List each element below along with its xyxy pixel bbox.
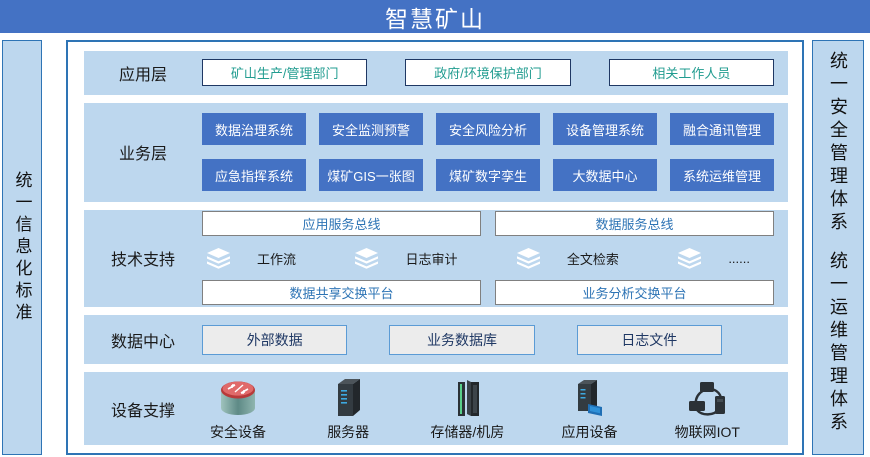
mw-more: ...... <box>677 248 750 269</box>
app-box-mine-production: 矿山生产/管理部门 <box>202 59 367 86</box>
mw-log-audit: 日志审计 <box>354 248 457 269</box>
layer-data-center-content: 外部数据 业务数据库 日志文件 <box>202 325 788 355</box>
layers-stack-icon <box>677 248 702 269</box>
main-panel: 应用层 矿山生产/管理部门 政府/环境保护部门 相关工作人员 业务层 数据治理系… <box>66 40 804 455</box>
biz-box-big-data-center: 大数据中心 <box>553 159 657 191</box>
data-box-business-db: 业务数据库 <box>389 325 534 355</box>
data-box-log-files: 日志文件 <box>577 325 722 355</box>
business-row-1: 数据治理系统 安全监测预警 安全风险分析 设备管理系统 融合通讯管理 <box>202 113 774 145</box>
right-rail-mgmt-systems: 统一安全管理体系 统一运维管理体系 <box>812 40 864 455</box>
page-title: 智慧矿山 <box>0 0 870 33</box>
layer-tech-content: 应用服务总线 数据服务总线 工作流 <box>202 211 788 305</box>
layer-equipment-label: 设备支撑 <box>84 397 202 421</box>
mw-fulltext-search-label: 全文检索 <box>567 249 619 268</box>
equip-storage-label: 存储器/机房 <box>430 422 504 442</box>
biz-box-gis-one-map: 煤矿GIS一张图 <box>319 159 423 191</box>
biz-box-comm-mgmt: 融合通讯管理 <box>670 113 774 145</box>
layer-application-label: 应用层 <box>84 61 202 85</box>
storage-icon <box>442 376 492 420</box>
layers-stack-icon <box>206 248 231 269</box>
app-box-related-staff: 相关工作人员 <box>609 59 774 86</box>
layers-stack-icon <box>354 248 379 269</box>
biz-box-safety-monitor: 安全监测预警 <box>319 113 423 145</box>
diagram-body: 统一信息化标准 应用层 矿山生产/管理部门 政府/环境保护部门 相关工作人员 业… <box>0 40 870 455</box>
firewall-icon <box>213 376 263 420</box>
equip-server-label: 服务器 <box>327 422 369 442</box>
right-rail-ops-label: 统一运维管理体系 <box>829 251 847 435</box>
platform-row: 数据共享交换平台 业务分析交换平台 <box>202 280 774 305</box>
biz-box-data-governance: 数据治理系统 <box>202 113 306 145</box>
equip-app-device: 应用设备 <box>561 376 617 442</box>
app-service-bus: 应用服务总线 <box>202 211 481 236</box>
layer-data-center-label: 数据中心 <box>84 328 202 352</box>
middleware-row: 工作流 日志审计 <box>202 245 774 271</box>
layer-tech-support: 技术支持 应用服务总线 数据服务总线 <box>84 210 788 306</box>
biz-box-ops-mgmt: 系统运维管理 <box>670 159 774 191</box>
equip-iot: 物联网IOT <box>675 376 740 442</box>
layer-data-center: 数据中心 外部数据 业务数据库 日志文件 <box>84 315 788 365</box>
data-share-exchange-platform: 数据共享交换平台 <box>202 280 481 305</box>
mw-more-label: ...... <box>728 251 750 266</box>
app-box-government-env: 政府/环境保护部门 <box>405 59 570 86</box>
page-title-text: 智慧矿山 <box>385 0 485 34</box>
layer-equipment: 设备支撑 <box>84 372 788 445</box>
left-rail-info-standard: 统一信息化标准 <box>2 40 42 455</box>
left-rail-label: 统一信息化标准 <box>14 171 31 325</box>
right-rail-security-label: 统一安全管理体系 <box>829 51 847 235</box>
biz-box-emergency-command: 应急指挥系统 <box>202 159 306 191</box>
equip-iot-label: 物联网IOT <box>675 422 740 442</box>
biz-analysis-exchange-platform: 业务分析交换平台 <box>495 280 774 305</box>
biz-box-digital-twin: 煤矿数字孪生 <box>436 159 540 191</box>
equip-app-device-label: 应用设备 <box>561 422 617 442</box>
equip-security-device-label: 安全设备 <box>210 422 266 442</box>
equip-storage: 存储器/机房 <box>430 376 504 442</box>
data-service-bus: 数据服务总线 <box>495 211 774 236</box>
data-box-external-data: 外部数据 <box>202 325 347 355</box>
layers-stack-icon <box>516 248 541 269</box>
mw-fulltext-search: 全文检索 <box>516 248 619 269</box>
iot-icon <box>682 376 732 420</box>
equip-security-device: 安全设备 <box>210 376 266 442</box>
mw-log-audit-label: 日志审计 <box>405 249 457 268</box>
server-icon <box>323 376 373 420</box>
service-bus-row: 应用服务总线 数据服务总线 <box>202 211 774 236</box>
mw-workflow-label: 工作流 <box>257 249 296 268</box>
biz-box-risk-analysis: 安全风险分析 <box>436 113 540 145</box>
mw-workflow: 工作流 <box>206 248 296 269</box>
business-row-2: 应急指挥系统 煤矿GIS一张图 煤矿数字孪生 大数据中心 系统运维管理 <box>202 159 774 191</box>
layer-business-label: 业务层 <box>84 140 202 164</box>
layer-equipment-content: 安全设备 <box>202 376 788 442</box>
layer-application: 应用层 矿山生产/管理部门 政府/环境保护部门 相关工作人员 <box>84 51 788 95</box>
equip-server: 服务器 <box>323 376 373 442</box>
layer-application-content: 矿山生产/管理部门 政府/环境保护部门 相关工作人员 <box>202 59 788 86</box>
layer-business: 业务层 数据治理系统 安全监测预警 安全风险分析 设备管理系统 融合通讯管理 应… <box>84 103 788 202</box>
app-device-icon <box>564 376 614 420</box>
layer-tech-label: 技术支持 <box>84 246 202 270</box>
layer-business-content: 数据治理系统 安全监测预警 安全风险分析 设备管理系统 融合通讯管理 应急指挥系… <box>202 113 788 191</box>
biz-box-equipment-mgmt: 设备管理系统 <box>553 113 657 145</box>
